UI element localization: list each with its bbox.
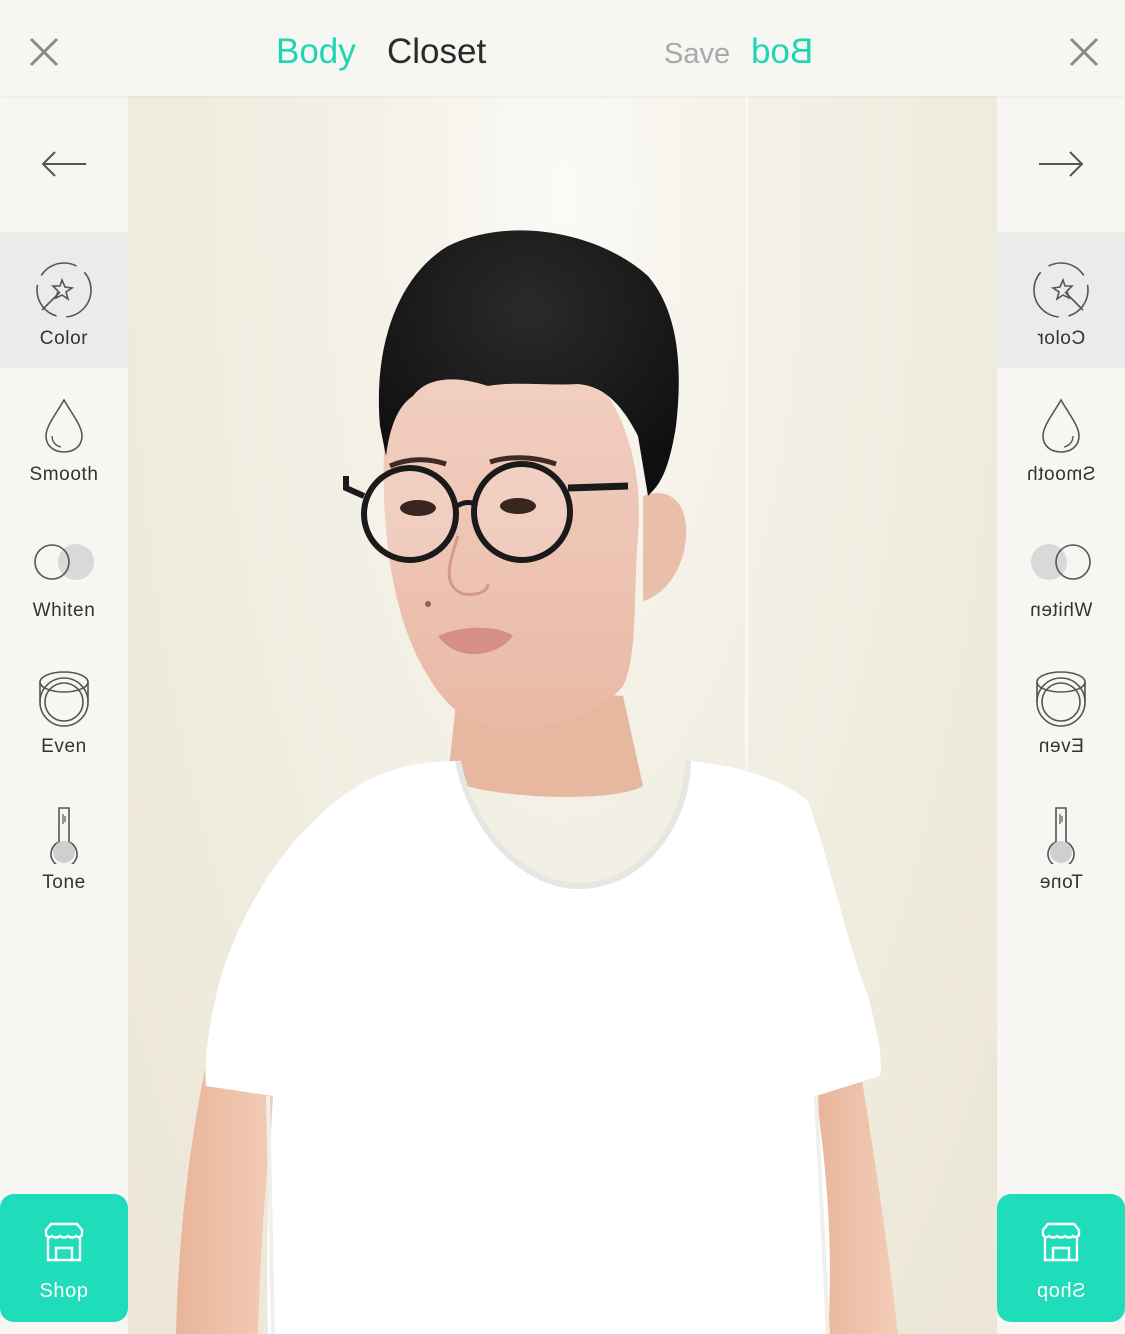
- close-button[interactable]: [22, 30, 66, 74]
- tab-body[interactable]: Body: [276, 28, 356, 76]
- back-arrow-button[interactable]: [0, 136, 128, 192]
- close-icon: [29, 37, 59, 67]
- tool-even-mirrored[interactable]: Even: [997, 640, 1125, 776]
- tool-even-label: Even: [41, 736, 87, 757]
- tool-whiten[interactable]: Whiten: [0, 504, 128, 640]
- shop-label: Shop: [39, 1280, 89, 1302]
- close-icon: [1069, 37, 1099, 67]
- tool-tone-mirrored[interactable]: Tone: [997, 776, 1125, 912]
- avatar-image: [176, 230, 898, 1334]
- tool-tone-label: Tone: [42, 872, 86, 893]
- shop-button-mirrored[interactable]: Shop: [997, 1194, 1125, 1322]
- thermometer-icon: [50, 807, 78, 864]
- whiten-circles-icon: [1031, 544, 1091, 580]
- top-bar: Body Closet Save Bod: [0, 0, 1125, 96]
- tool-tone[interactable]: Tone: [0, 776, 128, 912]
- shop-icon: [1041, 1222, 1081, 1262]
- save-button[interactable]: Save: [664, 34, 730, 74]
- tool-color-label: Color: [39, 328, 89, 349]
- mirror-divider: [745, 96, 748, 1334]
- tab-closet[interactable]: Closet: [387, 28, 486, 76]
- color-wand-icon: [36, 262, 92, 318]
- tool-whiten-label: Whiten: [1029, 600, 1093, 621]
- shop-icon: [44, 1222, 84, 1262]
- arrow-left-icon: [41, 151, 86, 177]
- arrow-right-icon: [1039, 151, 1084, 177]
- color-wand-icon: [1033, 262, 1089, 318]
- droplet-icon: [45, 398, 83, 453]
- tool-even-label: Even: [1038, 736, 1084, 757]
- thermometer-icon: [1047, 807, 1075, 864]
- tool-color-mirrored[interactable]: Color: [997, 232, 1125, 368]
- droplet-icon: [1042, 398, 1080, 453]
- compact-powder-icon: [1036, 671, 1086, 727]
- forward-arrow-button[interactable]: [997, 136, 1125, 192]
- tool-tone-label: Tone: [1039, 872, 1083, 893]
- compact-powder-icon: [39, 671, 89, 727]
- tool-smooth-mirrored[interactable]: Smooth: [997, 368, 1125, 504]
- mirrored-tab-body[interactable]: Bod: [745, 28, 813, 78]
- mirrored-tab-label: Bod: [750, 32, 813, 71]
- close-button-mirrored[interactable]: [1062, 30, 1106, 74]
- tool-color-label: Color: [1036, 328, 1086, 349]
- shop-label: Shop: [1036, 1280, 1086, 1302]
- left-tool-panel: Color Smooth Whiten Even Tone Shop: [0, 96, 128, 1334]
- whiten-circles-icon: [34, 544, 94, 580]
- avatar-viewport[interactable]: [128, 96, 1001, 1334]
- shop-button[interactable]: Shop: [0, 1194, 128, 1322]
- tool-smooth[interactable]: Smooth: [0, 368, 128, 504]
- tool-even[interactable]: Even: [0, 640, 128, 776]
- tool-color[interactable]: Color: [0, 232, 128, 368]
- tool-whiten-label: Whiten: [32, 600, 96, 621]
- tool-smooth-label: Smooth: [1026, 464, 1096, 485]
- tool-smooth-label: Smooth: [29, 464, 99, 485]
- tool-whiten-mirrored[interactable]: Whiten: [997, 504, 1125, 640]
- right-tool-panel: Color Smooth Whiten Even Tone Shop: [997, 96, 1125, 1334]
